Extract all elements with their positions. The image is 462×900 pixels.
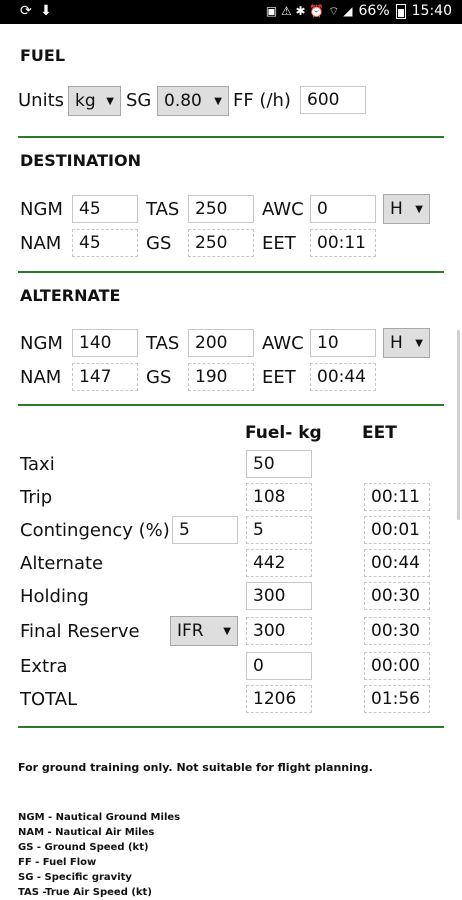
dest-wind-select[interactable]: H ▼ xyxy=(383,194,430,224)
extra-eet-value: 00:00 xyxy=(364,652,430,680)
battery-icon xyxy=(395,3,406,19)
disclaimer: For ground training only. Not suitable f… xyxy=(18,761,373,774)
contingency-eet-value: 00:01 xyxy=(364,516,430,544)
status-right: ▣ ⚠ ✱ ⏰ ⌔ ◢ 66% 15:40 xyxy=(266,3,452,19)
holding-fuel-input[interactable]: 300 xyxy=(246,582,312,610)
alt-eet-value: 00:44 xyxy=(310,363,376,391)
taxi-label: Taxi xyxy=(20,454,55,475)
dest-ngm-input[interactable]: 45 xyxy=(72,195,138,223)
alt-eet-label: EET xyxy=(262,367,296,388)
alternate-eet-value: 00:44 xyxy=(364,549,430,577)
chevron-down-icon: ▼ xyxy=(223,625,231,637)
divider xyxy=(18,404,444,406)
units-select[interactable]: kg ▼ xyxy=(68,86,121,116)
legend-item: SG - Specific gravity xyxy=(18,872,132,883)
fuel-header: FUEL xyxy=(20,46,66,65)
trip-label: Trip xyxy=(20,487,53,508)
chevron-down-icon: ▼ xyxy=(106,95,114,107)
battery-percent: 66% xyxy=(358,3,390,19)
final-reserve-eet-value: 00:30 xyxy=(364,617,430,645)
alt-tas-input[interactable]: 200 xyxy=(188,329,254,357)
status-left-icons: ⟳ ⬇ xyxy=(20,3,54,19)
contingency-pct-input[interactable]: 5 xyxy=(172,516,238,544)
dest-tas-label: TAS xyxy=(146,199,180,220)
total-label: TOTAL xyxy=(20,689,78,710)
legend-item: FF - Fuel Flow xyxy=(18,857,97,868)
holding-eet-value: 00:30 xyxy=(364,582,430,610)
dest-gs-value: 250 xyxy=(188,229,254,257)
ff-label: FF (/h) xyxy=(233,90,291,111)
trip-eet-value: 00:11 xyxy=(364,483,430,511)
sg-select-value: 0.80 xyxy=(164,91,202,111)
alt-gs-label: GS xyxy=(146,367,172,388)
dest-eet-value: 00:11 xyxy=(310,229,376,257)
sg-select[interactable]: 0.80 ▼ xyxy=(157,86,229,116)
taxi-fuel-input[interactable]: 50 xyxy=(246,450,312,478)
holding-label: Holding xyxy=(20,586,89,607)
alt-tas-label: TAS xyxy=(146,333,180,354)
final-reserve-fuel-value: 300 xyxy=(246,617,312,645)
reserve-rule-value: IFR xyxy=(177,621,204,641)
alternate-fuel-label: Alternate xyxy=(20,553,104,574)
dest-awc-input[interactable]: 0 xyxy=(310,195,376,223)
chevron-down-icon: ▼ xyxy=(415,337,423,349)
divider xyxy=(18,726,444,728)
chevron-down-icon: ▼ xyxy=(415,203,423,215)
status-bar: ⟳ ⬇ ▣ ⚠ ✱ ⏰ ⌔ ◢ 66% 15:40 xyxy=(0,0,462,24)
units-label: Units xyxy=(18,90,65,111)
divider xyxy=(18,136,444,138)
destination-header: DESTINATION xyxy=(20,151,141,170)
total-eet-value: 01:56 xyxy=(364,685,430,713)
chevron-down-icon: ▼ xyxy=(214,95,222,107)
extra-fuel-input[interactable]: 0 xyxy=(246,652,312,680)
alt-wind-value: H xyxy=(390,333,403,353)
alternate-header: ALTERNATE xyxy=(20,286,121,305)
alt-ngm-input[interactable]: 140 xyxy=(72,329,138,357)
legend-item: TAS -True Air Speed (kt) xyxy=(18,887,152,898)
dest-ngm-label: NGM xyxy=(20,199,63,220)
alt-awc-input[interactable]: 10 xyxy=(310,329,376,357)
legend-item: NAM - Nautical Air Miles xyxy=(18,827,155,838)
alt-nam-label: NAM xyxy=(20,367,62,388)
contingency-fuel-value: 5 xyxy=(246,516,312,544)
total-fuel-value: 1206 xyxy=(246,685,312,713)
alt-awc-label: AWC xyxy=(262,333,304,354)
scrollbar[interactable] xyxy=(457,330,460,520)
dest-wind-value: H xyxy=(390,199,403,219)
dest-nam-label: NAM xyxy=(20,233,62,254)
alt-nam-value: 147 xyxy=(72,363,138,391)
dest-nam-value: 45 xyxy=(72,229,138,257)
extra-label: Extra xyxy=(20,656,68,677)
dest-tas-input[interactable]: 250 xyxy=(188,195,254,223)
reserve-rule-select[interactable]: IFR ▼ xyxy=(170,616,238,646)
notification-icons: ▣ ⚠ ✱ ⏰ ⌔ ◢ xyxy=(265,3,353,18)
alt-gs-value: 190 xyxy=(188,363,254,391)
dest-awc-label: AWC xyxy=(262,199,304,220)
final-reserve-label: Final Reserve xyxy=(20,621,140,642)
units-select-value: kg xyxy=(75,91,96,111)
contingency-label: Contingency (%) xyxy=(20,520,170,541)
alt-wind-select[interactable]: H ▼ xyxy=(383,328,430,358)
dest-gs-label: GS xyxy=(146,233,172,254)
ff-input[interactable]: 600 xyxy=(300,86,366,114)
legend-item: NGM - Nautical Ground Miles xyxy=(18,812,181,823)
col-fuel-header: Fuel- kg xyxy=(245,423,322,443)
sg-label: SG xyxy=(126,90,152,111)
clock: 15:40 xyxy=(411,3,452,19)
alternate-fuel-value: 442 xyxy=(246,549,312,577)
col-eet-header: EET xyxy=(362,423,397,443)
trip-fuel-value: 108 xyxy=(246,483,312,511)
legend-item: GS - Ground Speed (kt) xyxy=(18,842,149,853)
alt-ngm-label: NGM xyxy=(20,333,63,354)
abbreviation-legend: NGM - Nautical Ground Miles NAM - Nautic… xyxy=(18,810,180,900)
divider xyxy=(18,271,444,273)
dest-eet-label: EET xyxy=(262,233,296,254)
